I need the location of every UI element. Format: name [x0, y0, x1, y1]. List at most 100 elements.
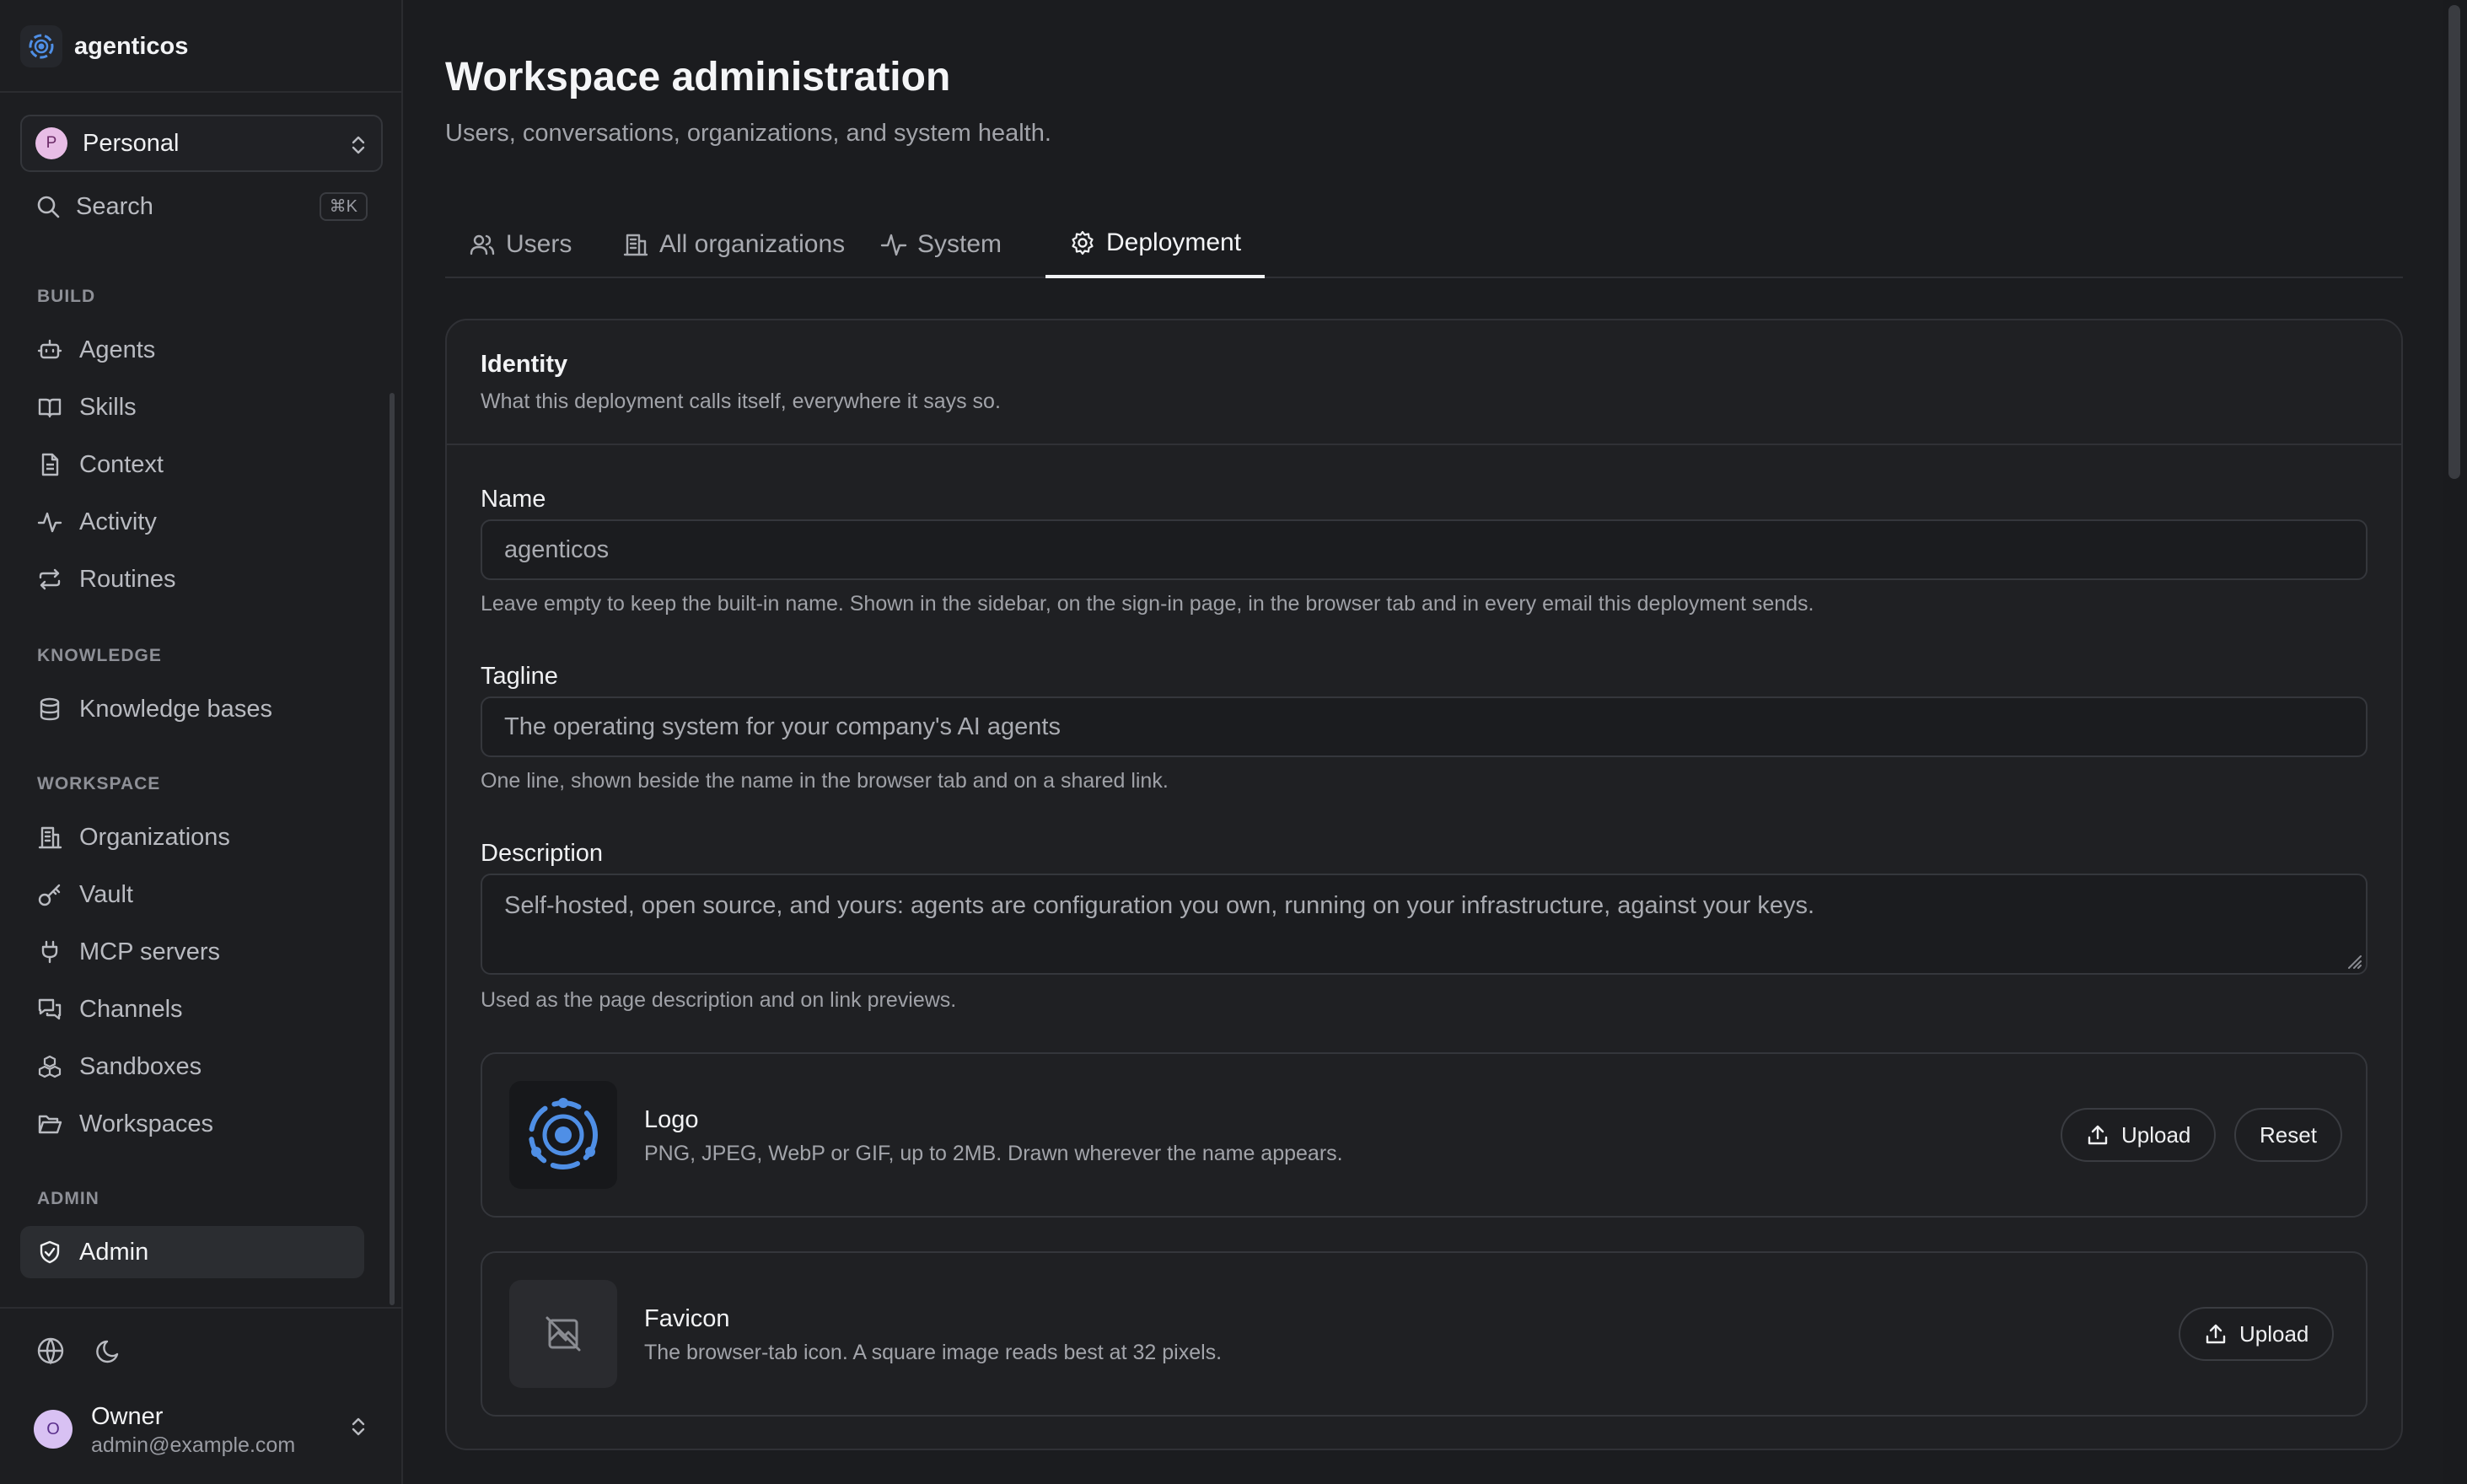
sidebar-item-label: Skills [79, 393, 137, 421]
plug-icon [35, 938, 64, 966]
globe-icon[interactable] [35, 1336, 66, 1366]
tab-label: System [917, 230, 1002, 258]
book-open-icon [35, 393, 64, 422]
favicon-preview [509, 1280, 617, 1388]
card-title: Identity [481, 351, 568, 378]
logo-row: Logo PNG, JPEG, WebP or GIF, up to 2MB. … [481, 1052, 2368, 1218]
building-icon [622, 231, 649, 258]
search-shortcut: ⌘K [319, 192, 368, 221]
sidebar-item-workspaces[interactable]: Workspaces [20, 1098, 364, 1150]
sidebar-item-admin[interactable]: Admin [20, 1226, 364, 1278]
button-label: Upload [2121, 1121, 2191, 1148]
brand[interactable]: agenticos [20, 25, 188, 67]
sidebar-footer-divider [0, 1307, 401, 1309]
sidebar-item-organizations[interactable]: Organizations [20, 811, 364, 863]
favicon-title: Favicon [644, 1305, 730, 1332]
logo-icon [529, 1098, 598, 1169]
resize-handle-icon[interactable] [2344, 951, 2362, 970]
sidebar-item-activity[interactable]: Activity [20, 496, 364, 548]
favicon-upload-button[interactable]: Upload [2179, 1307, 2335, 1361]
section-label-build: BUILD [37, 287, 96, 306]
sidebar-item-label: Vault [79, 880, 133, 908]
tab-users[interactable]: Users [445, 211, 595, 278]
sidebar-item-skills[interactable]: Skills [20, 381, 364, 433]
moon-icon[interactable] [94, 1336, 125, 1366]
bot-icon [35, 336, 64, 364]
sidebar-item-label: Knowledge bases [79, 695, 272, 723]
identity-card: Identity What this deployment calls itse… [445, 319, 2403, 1450]
page-title: Workspace administration [445, 55, 951, 99]
sidebar-scrollbar-thumb[interactable] [390, 393, 395, 1305]
section-label-admin: ADMIN [37, 1189, 99, 1208]
page-subtitle: Users, conversations, organizations, and… [445, 120, 1051, 147]
brand-logo-icon [20, 25, 62, 67]
description-value: Self-hosted, open source, and yours: age… [504, 892, 1815, 919]
building-icon [35, 823, 64, 852]
brand-name: agenticos [74, 32, 189, 60]
description-textarea[interactable]: Self-hosted, open source, and yours: age… [481, 874, 2368, 975]
file-text-icon [35, 450, 64, 479]
section-label-knowledge: KNOWLEDGE [37, 646, 162, 665]
tab-system[interactable]: System [857, 211, 1025, 278]
sidebar-item-routines[interactable]: Routines [20, 553, 364, 605]
search-button[interactable]: Search ⌘K [20, 187, 383, 226]
upload-icon [2204, 1322, 2228, 1346]
chevron-up-down-icon [349, 133, 368, 157]
name-input[interactable]: agenticos [481, 519, 2368, 580]
sidebar-item-label: Workspaces [79, 1110, 214, 1137]
image-off-icon [546, 1316, 581, 1352]
tab-deployment[interactable]: Deployment [1045, 211, 1266, 278]
identity-card-header: Identity What this deployment calls itse… [447, 320, 2401, 445]
sidebar-item-sandboxes[interactable]: Sandboxes [20, 1040, 364, 1093]
user-name: Owner [91, 1403, 164, 1430]
sidebar-item-label: Channels [79, 995, 183, 1023]
chevron-up-down-icon [349, 1415, 368, 1438]
main-content: Workspace administration Users, conversa… [403, 0, 2445, 1484]
user-menu[interactable]: O Owner admin@example.com [20, 1396, 383, 1464]
users-icon [469, 231, 496, 258]
tab-label: Users [506, 230, 572, 258]
button-label: Reset [2260, 1121, 2317, 1148]
tagline-input[interactable]: The operating system for your company's … [481, 696, 2368, 757]
admin-tabs: Users All organizations System Deploymen… [445, 211, 2403, 278]
main-scrollbar-thumb[interactable] [2448, 5, 2460, 479]
sidebar-item-label: Admin [79, 1238, 149, 1266]
workspace-avatar: P [35, 127, 67, 159]
logo-title: Logo [644, 1106, 699, 1133]
avatar: O [34, 1410, 73, 1449]
logo-upload-button[interactable]: Upload [2061, 1108, 2217, 1162]
favicon-row: Favicon The browser-tab icon. A square i… [481, 1251, 2368, 1417]
gear-icon [1069, 229, 1096, 256]
section-label-workspace: WORKSPACE [37, 774, 161, 793]
sidebar-item-context[interactable]: Context [20, 438, 364, 491]
sidebar-item-agents[interactable]: Agents [20, 324, 364, 376]
activity-icon [35, 508, 64, 536]
favicon-description: The browser-tab icon. A square image rea… [644, 1341, 1223, 1364]
logo-preview [509, 1081, 617, 1189]
upload-icon [2086, 1123, 2110, 1147]
sidebar-item-channels[interactable]: Channels [20, 983, 364, 1035]
workspace-switcher[interactable]: P Personal [20, 115, 383, 172]
sidebar-item-mcp-servers[interactable]: MCP servers [20, 926, 364, 978]
tab-all-organizations[interactable]: All organizations [599, 211, 868, 278]
description-label: Description [481, 840, 604, 867]
sidebar-item-label: Agents [79, 336, 156, 363]
sidebar-item-label: Routines [79, 565, 176, 593]
sidebar-item-label: Activity [79, 508, 157, 535]
name-label: Name [481, 486, 546, 513]
sidebar-item-vault[interactable]: Vault [20, 868, 364, 921]
description-help: Used as the page description and on link… [481, 988, 957, 1012]
tab-label: All organizations [659, 230, 846, 258]
sidebar-item-knowledge-bases[interactable]: Knowledge bases [20, 683, 364, 735]
repeat-icon [35, 565, 64, 594]
sidebar-item-label: Organizations [79, 823, 230, 851]
messages-icon [35, 995, 64, 1024]
tab-label: Deployment [1106, 229, 1242, 256]
boxes-icon [35, 1052, 64, 1081]
database-icon [35, 695, 64, 723]
logo-description: PNG, JPEG, WebP or GIF, up to 2MB. Drawn… [644, 1142, 1343, 1165]
folder-open-icon [35, 1110, 64, 1138]
activity-icon [880, 231, 907, 258]
sidebar-item-label: Sandboxes [79, 1052, 202, 1080]
logo-reset-button[interactable]: Reset [2234, 1108, 2342, 1162]
